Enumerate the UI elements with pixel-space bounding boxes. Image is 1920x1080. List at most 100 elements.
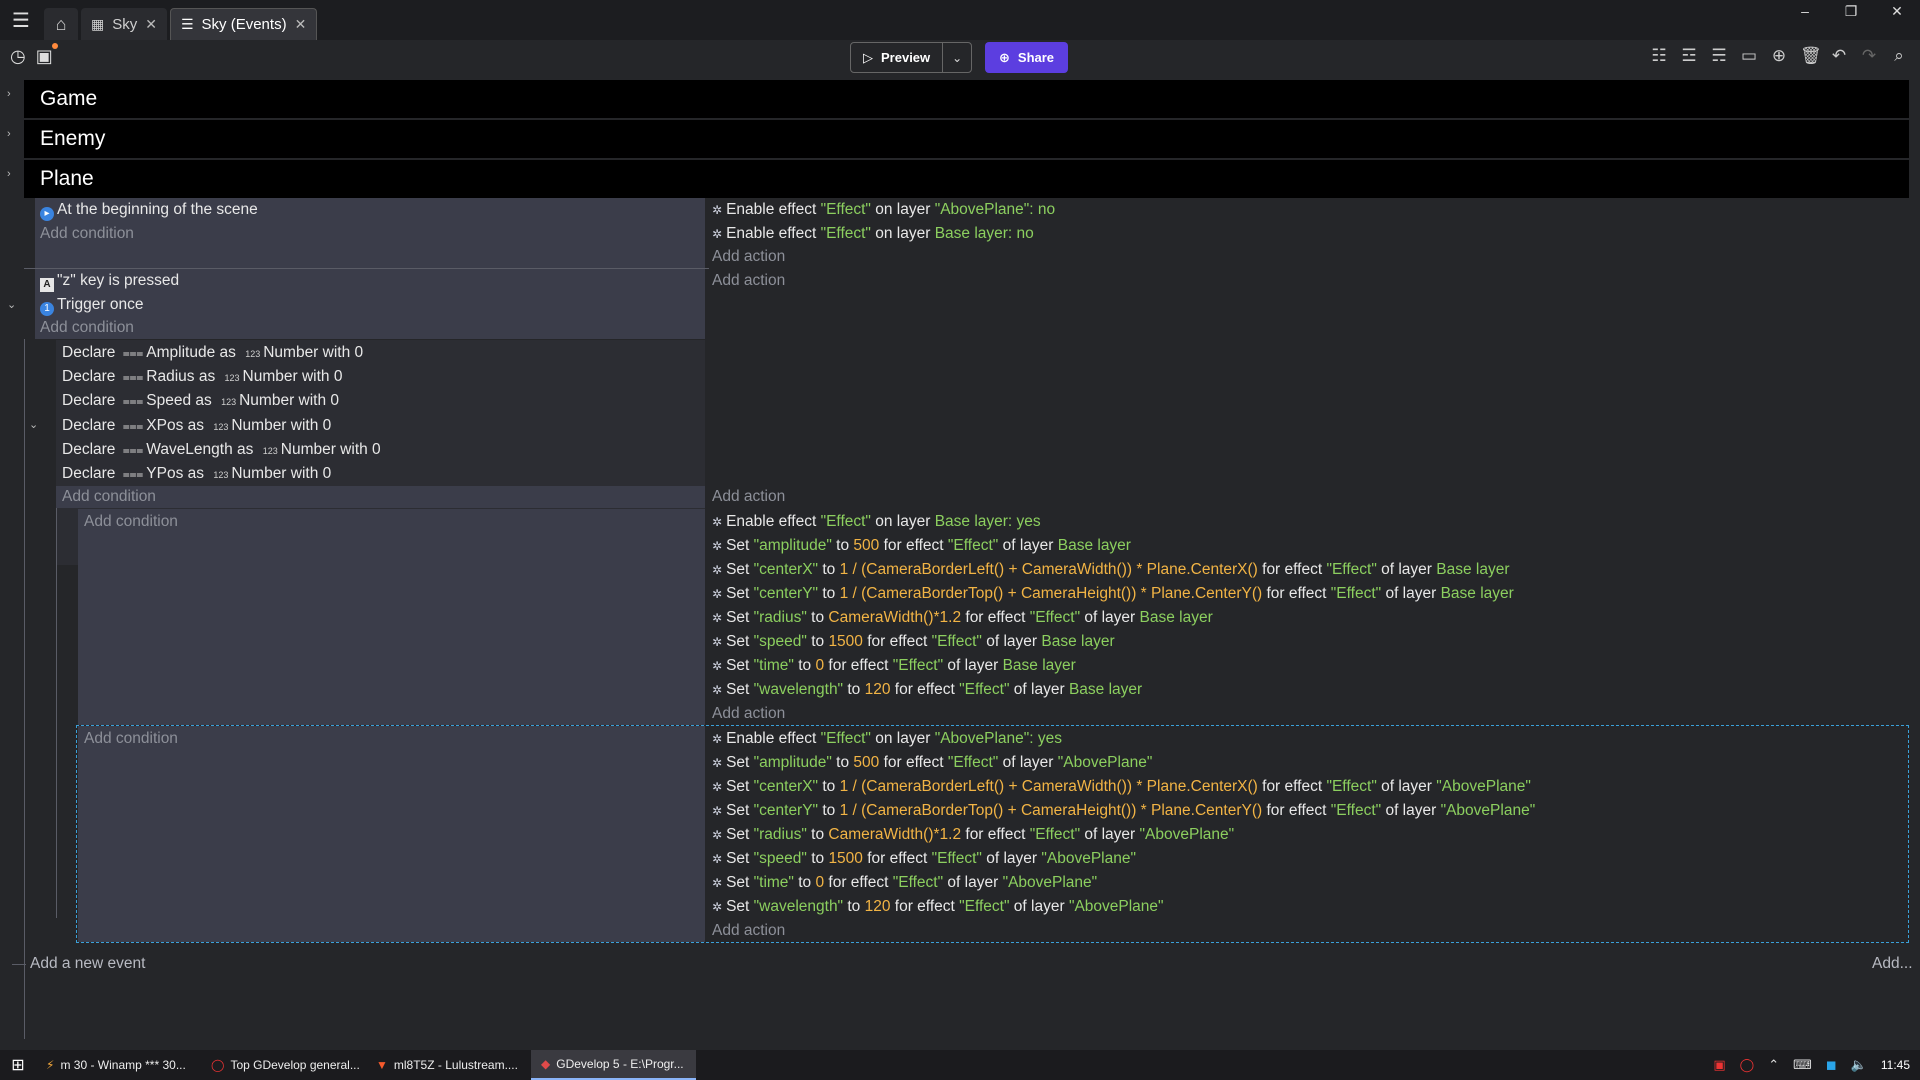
minimize-icon[interactable]: – (1782, 0, 1828, 22)
action-set-parameter[interactable]: ✲ Set "wavelength" to 120 for effect "Eff… (712, 895, 1164, 919)
action-enable-effect[interactable]: ✲ Enable effect "Effect" on layer "AboveP… (712, 727, 1062, 751)
action-set-parameter[interactable]: ✲ Set "time" to 0 for effect "Effect" of … (712, 871, 1097, 895)
action-enable-effect[interactable]: ✲ Enable effect "Effect" on layer Base la… (712, 222, 1034, 246)
chevron-right-icon[interactable]: › (7, 128, 11, 140)
share-button[interactable]: ⊕ Share (985, 42, 1069, 73)
action-enable-effect[interactable]: ✲ Enable effect "Effect" on layer "AboveP… (712, 198, 1055, 222)
add-comment-icon[interactable]: ▭ (1740, 46, 1758, 66)
action-set-parameter[interactable]: ✲ Set "speed" to 1500 for effect "Effect"… (712, 847, 1136, 871)
restore-icon[interactable]: ❐ (1828, 0, 1874, 22)
add-condition-link[interactable]: Add condition (40, 316, 134, 340)
add-condition-link[interactable]: Add condition (84, 510, 178, 534)
chevron-down-icon[interactable]: ⌄ (29, 418, 38, 431)
condition-scene-start[interactable]: ▸ At the beginning of the scene (40, 198, 258, 222)
scene-start-icon: ▸ (40, 207, 54, 221)
group-game[interactable]: Game (24, 80, 1909, 118)
history-icon[interactable]: ◷ (10, 46, 26, 67)
add-action-link[interactable]: Add action (712, 702, 785, 726)
variable-icon: ⩶ (122, 419, 144, 433)
trigger-once-icon: 1 (40, 302, 54, 316)
group-plane[interactable]: Plane (24, 160, 1909, 198)
add-more-link[interactable]: Add... (1872, 952, 1913, 976)
window-controls: – ❐ ✕ (1782, 0, 1920, 22)
action-set-parameter[interactable]: ✲ Set "radius" to CameraWidth()*1.2 for e… (712, 823, 1234, 847)
variable-declaration[interactable]: Declare ⩶ WaveLength as 123 Number with 0 (62, 438, 381, 463)
tray-app-icon[interactable]: ▣ (1713, 1057, 1725, 1073)
add-action-link[interactable]: Add action (712, 919, 785, 943)
delete-icon[interactable]: 🗑 (1800, 46, 1822, 66)
taskbar-item-brave[interactable]: ▼ ml8T5Z - Lulustream.... (366, 1050, 531, 1080)
effect-icon: ✲ (712, 876, 723, 890)
taskbar-item-winamp[interactable]: ⚡ m 30 - Winamp *** 30... (36, 1050, 201, 1080)
variable-declaration[interactable]: Declare ⩶ YPos as 123 Number with 0 (62, 462, 331, 487)
add-action-link[interactable]: Add action (712, 269, 785, 293)
action-set-parameter[interactable]: ✲ Set "amplitude" to 500 for effect "Effe… (712, 751, 1152, 775)
close-icon[interactable]: ✕ (295, 16, 307, 33)
undo-icon[interactable]: ↶ (1830, 46, 1848, 66)
save-icon[interactable]: ▣ (36, 43, 58, 67)
add-new-event-link[interactable]: Add a new event (30, 952, 145, 976)
action-set-parameter[interactable]: ✲ Set "radius" to CameraWidth()*1.2 for e… (712, 606, 1213, 630)
redo-icon[interactable]: ↷ (1860, 46, 1878, 66)
group-title: Plane (40, 167, 94, 190)
action-set-parameter[interactable]: ✲ Set "centerY" to 1 / (CameraBorderTop()… (712, 582, 1514, 606)
variable-declaration[interactable]: Declare ⩶ Speed as 123 Number with 0 (62, 389, 339, 414)
system-tray: ▣ ◯ ⌃ ⌨ ◼ 🔈 11:45 (1713, 1050, 1920, 1080)
effect-icon: ✲ (712, 563, 723, 577)
windows-start-icon[interactable]: ⊞ (0, 1055, 36, 1075)
action-set-parameter[interactable]: ✲ Set "time" to 0 for effect "Effect" of … (712, 654, 1076, 678)
preview-button[interactable]: ▷ Preview (851, 43, 944, 72)
add-action-link[interactable]: Add action (712, 485, 785, 509)
variable-icon: ⩶ (122, 443, 144, 457)
add-other-icon[interactable]: ⊕ (1770, 46, 1788, 66)
add-subevent-icon[interactable]: ☲ (1680, 46, 1698, 66)
action-set-parameter[interactable]: ✲ Set "amplitude" to 500 for effect "Effe… (712, 534, 1131, 558)
action-set-parameter[interactable]: ✲ Set "speed" to 1500 for effect "Effect"… (712, 630, 1115, 654)
tab-sky-events[interactable]: ☰ Sky (Events) ✕ (169, 8, 318, 40)
tab-sky[interactable]: ▦ Sky ✕ (81, 8, 167, 40)
action-set-parameter[interactable]: ✲ Set "centerX" to 1 / (CameraBorderLeft(… (712, 775, 1531, 799)
add-condition-link[interactable]: Add condition (62, 485, 156, 509)
variable-declaration[interactable]: Declare ⩶ Amplitude as 123 Number with 0 (62, 341, 363, 366)
condition-trigger-once[interactable]: 1 Trigger once (40, 293, 143, 317)
taskbar-item-gdevelop[interactable]: ◆ GDevelop 5 - E:\Progr... (531, 1050, 696, 1080)
tray-opera-icon[interactable]: ◯ (1740, 1057, 1755, 1073)
action-set-parameter[interactable]: ✲ Set "wavelength" to 120 for effect "Eff… (712, 678, 1142, 702)
number-icon: 123 (213, 422, 229, 432)
search-icon[interactable]: ⌕ (1890, 46, 1908, 66)
taskbar-item-browser[interactable]: ◯ Top GDevelop general... (201, 1050, 366, 1080)
action-set-parameter[interactable]: ✲ Set "centerY" to 1 / (CameraBorderTop()… (712, 799, 1535, 823)
add-condition-link[interactable]: Add condition (84, 727, 178, 751)
variable-declaration[interactable]: Declare ⩶ XPos as 123 Number with 0 (62, 414, 331, 439)
effect-icon: ✲ (712, 852, 723, 866)
volume-icon[interactable]: 🔈 (1851, 1057, 1867, 1073)
variable-icon: ⩶ (122, 467, 144, 481)
action-enable-effect[interactable]: ✲ Enable effect "Effect" on layer Base la… (712, 510, 1041, 534)
brave-icon: ▼ (376, 1058, 388, 1072)
add-group-icon[interactable]: ☴ (1710, 46, 1728, 66)
gdevelop-icon: ◆ (541, 1057, 551, 1071)
tray-blue-icon[interactable]: ◼ (1826, 1057, 1837, 1073)
number-icon: 123 (245, 349, 261, 359)
chevron-up-icon[interactable]: ⌃ (1768, 1057, 1779, 1073)
gamepad-icon[interactable]: ⌨ (1793, 1057, 1812, 1073)
close-window-icon[interactable]: ✕ (1874, 0, 1920, 22)
chevron-right-icon[interactable]: › (7, 168, 11, 180)
add-event-icon[interactable]: ☷ (1650, 46, 1668, 66)
opera-icon: ◯ (211, 1058, 225, 1072)
hamburger-menu-icon[interactable]: ☰ (0, 0, 42, 40)
chevron-down-icon[interactable]: ⌄ (943, 43, 971, 72)
group-enemy[interactable]: Enemy (24, 120, 1909, 158)
number-icon: 123 (213, 470, 229, 480)
chevron-right-icon[interactable]: › (7, 88, 11, 100)
condition-key-pressed[interactable]: A "z" key is pressed (40, 269, 179, 293)
home-tab[interactable]: ⌂ (44, 8, 78, 40)
subevent-1-conditions[interactable] (78, 509, 705, 725)
add-condition-link[interactable]: Add condition (40, 222, 134, 246)
action-set-parameter[interactable]: ✲ Set "centerX" to 1 / (CameraBorderLeft(… (712, 558, 1510, 582)
notification-dot (51, 43, 58, 49)
close-icon[interactable]: ✕ (145, 16, 157, 33)
add-action-link[interactable]: Add action (712, 245, 785, 269)
chevron-down-icon[interactable]: ⌄ (7, 298, 16, 311)
variable-declaration[interactable]: Declare ⩶ Radius as 123 Number with 0 (62, 365, 342, 390)
